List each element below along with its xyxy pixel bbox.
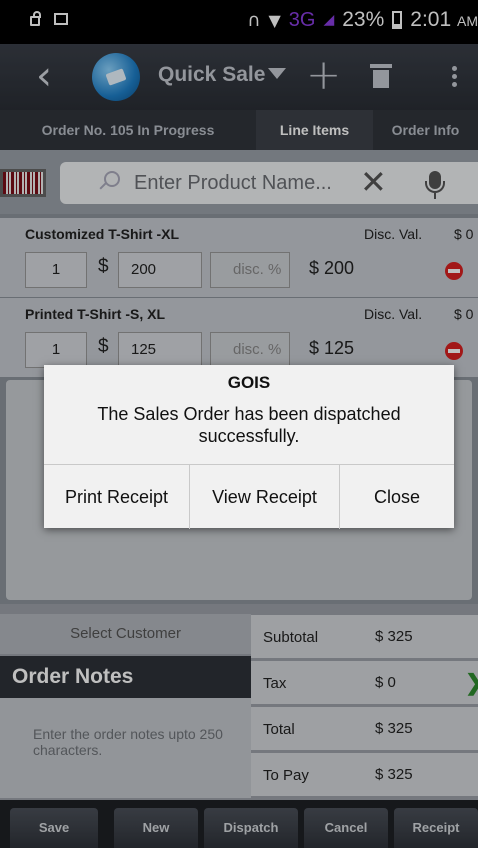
dispatch-dialog: GOIS The Sales Order has been dispatched… <box>44 365 454 529</box>
print-receipt-button[interactable]: Print Receipt <box>44 465 190 529</box>
dialog-title: GOIS <box>227 373 271 392</box>
dialog-buttons: Print Receipt View Receipt Close <box>44 464 454 529</box>
dialog-message: The Sales Order has been dispatched succ… <box>97 404 401 446</box>
view-receipt-button[interactable]: View Receipt <box>190 465 340 529</box>
close-button[interactable]: Close <box>340 465 454 529</box>
